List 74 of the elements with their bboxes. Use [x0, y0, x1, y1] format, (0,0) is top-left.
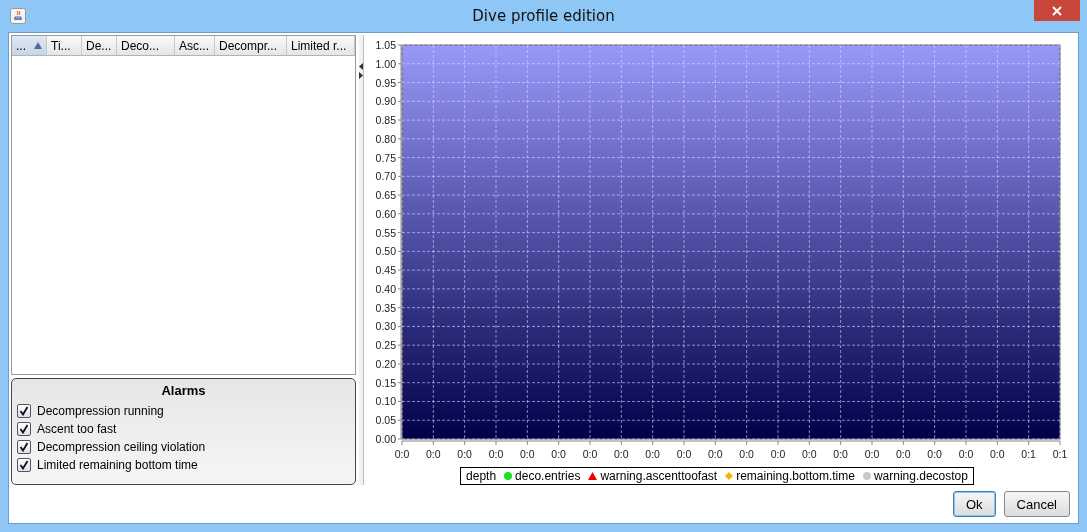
x-tick-label: 0:0: [582, 448, 598, 460]
expand-right-icon[interactable]: [359, 72, 363, 79]
column-header[interactable]: Ti...: [47, 36, 82, 56]
checkbox-label: Decompression ceiling violation: [37, 440, 206, 454]
x-tick-label: 0:0: [864, 448, 880, 460]
window-title: Dive profile edition: [472, 7, 615, 25]
dialog-button[interactable]: Ok: [952, 491, 996, 517]
x-tick-label: 0:0: [802, 448, 817, 460]
y-tick-label: 0.10: [375, 395, 396, 408]
x-tick-label: 0:0: [520, 448, 535, 460]
column-header[interactable]: De...: [82, 36, 117, 56]
x-tick-label: 0:0: [739, 448, 754, 460]
x-tick-label: 0:0: [833, 448, 848, 460]
column-header[interactable]: Limited r...: [287, 36, 355, 56]
y-tick-label: 0.60: [375, 207, 396, 220]
x-tick-label: 0:0: [645, 448, 660, 460]
checkbox-label: Ascent too fast: [37, 422, 117, 436]
checkbox-label: Limited remaining bottom time: [37, 458, 198, 472]
column-header[interactable]: Asc...: [175, 36, 215, 56]
x-tick-label: 0:1: [1052, 448, 1068, 460]
x-tick-label: 0:0: [457, 448, 472, 460]
close-button[interactable]: [1034, 0, 1080, 21]
column-header[interactable]: Decompr...: [215, 36, 287, 56]
y-tick-label: 0.30: [375, 320, 396, 333]
y-tick-label: 0.95: [375, 76, 396, 89]
y-tick-label: 0.90: [375, 95, 396, 108]
x-tick-label: 0:0: [551, 448, 566, 460]
x-tick-label: 0:0: [426, 448, 441, 460]
x-tick-label: 0:0: [488, 448, 504, 460]
dialog-button[interactable]: Cancel: [1003, 491, 1070, 517]
x-tick-label: 0:1: [1021, 448, 1036, 460]
x-tick-label: 0:0: [614, 448, 629, 460]
legend-label: warning.decostop: [873, 469, 968, 483]
y-tick-label: 0.45: [375, 264, 396, 277]
x-tick-label: 0:0: [394, 448, 410, 460]
legend-label: remaining.bottom.time: [736, 469, 855, 483]
column-header[interactable]: ...: [12, 36, 47, 56]
x-tick-label: 0:0: [770, 448, 786, 460]
x-tick-label: 0:0: [676, 448, 692, 460]
y-tick-label: 0.00: [375, 433, 396, 445]
app-icon: [10, 8, 26, 24]
y-tick-label: 0.40: [375, 282, 396, 295]
y-tick-label: 0.80: [375, 132, 396, 145]
x-tick-label: 0:0: [927, 448, 942, 460]
y-tick-label: 0.35: [375, 301, 396, 314]
x-tick-label: 0:0: [990, 448, 1005, 460]
y-tick-label: 0.25: [375, 339, 396, 352]
legend-label: depth: [466, 469, 497, 483]
checkbox[interactable]: [17, 422, 31, 436]
collapse-left-icon[interactable]: [359, 63, 363, 70]
x-tick-label: 0:0: [708, 448, 723, 460]
x-tick-label: 0:0: [896, 448, 911, 460]
y-tick-label: 1.05: [375, 39, 396, 51]
legend-label: warning.ascenttoofast: [600, 469, 718, 483]
y-tick-label: 0.20: [375, 357, 396, 370]
y-tick-label: 0.65: [375, 189, 396, 202]
checkbox[interactable]: [17, 404, 31, 418]
y-tick-label: 0.85: [375, 114, 396, 127]
panel-title: Alarms: [160, 383, 207, 398]
close-icon: [1052, 5, 1062, 16]
column-header[interactable]: Deco...: [117, 36, 175, 56]
sort-ascending-icon: [34, 42, 42, 49]
y-tick-label: 0.70: [375, 170, 396, 183]
legend-label: deco.entries: [515, 469, 581, 483]
y-tick-label: 0.15: [375, 376, 396, 389]
checkbox[interactable]: [17, 458, 31, 472]
y-tick-label: 0.05: [375, 414, 396, 427]
checkbox[interactable]: [17, 440, 31, 454]
y-tick-label: 0.50: [375, 245, 396, 258]
x-tick-label: 0:0: [958, 448, 974, 460]
y-tick-label: 0.55: [375, 226, 396, 239]
y-tick-label: 0.75: [375, 151, 396, 164]
checkbox-label: Decompression running: [37, 404, 164, 418]
y-tick-label: 1.00: [375, 57, 396, 70]
